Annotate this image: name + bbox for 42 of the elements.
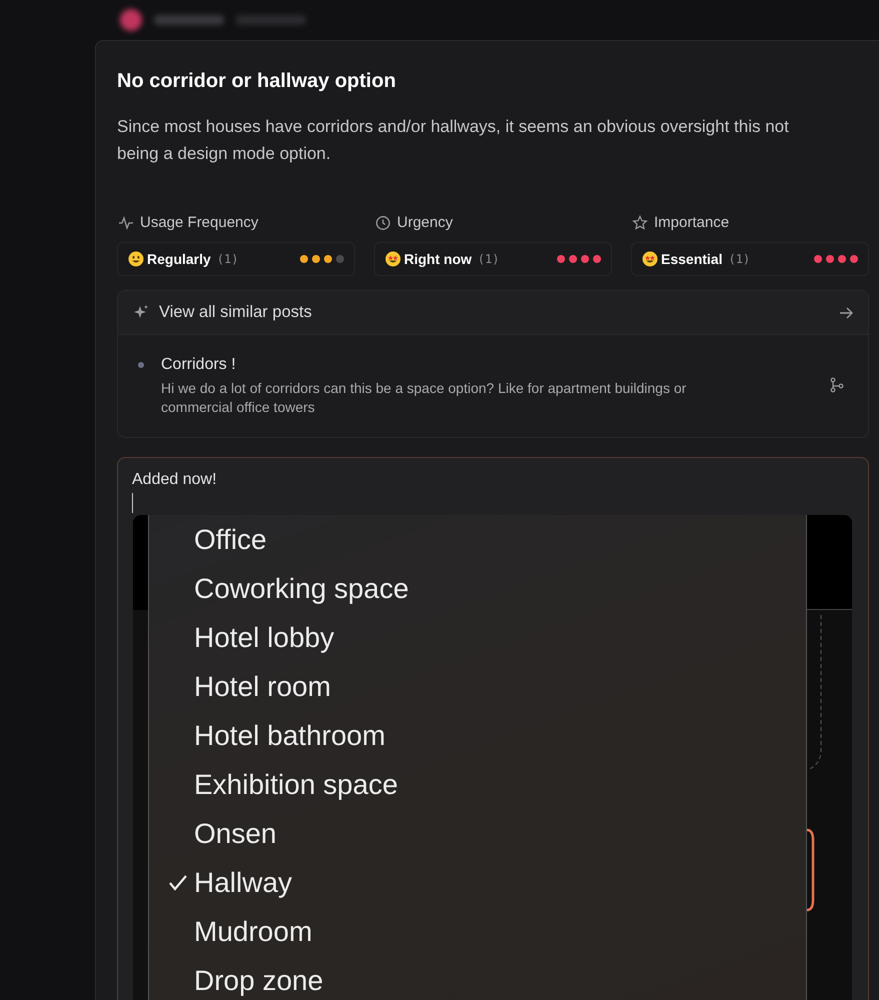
metric-label: Urgency <box>397 213 453 233</box>
rating-value: Regularly <box>147 250 211 269</box>
text-cursor <box>132 493 133 513</box>
rating-value: Essential <box>661 250 722 268</box>
rating-count: (1) <box>478 251 500 268</box>
similar-post-title: Corridors ! <box>161 355 237 375</box>
menu-item[interactable]: Drop zone <box>149 956 806 1000</box>
arrow-right-icon <box>838 304 854 320</box>
comment-text: Added now! <box>132 470 218 490</box>
rating-card[interactable]: Right now (1) <box>374 242 612 276</box>
menu-item[interactable]: Exhibition space <box>149 760 806 809</box>
menu-item[interactable]: Hallway <box>149 858 806 907</box>
menu-item[interactable]: Onsen <box>149 809 806 858</box>
menu-item[interactable]: Hotel lobby <box>149 613 806 662</box>
similar-post[interactable]: Corridors ! Hi we do a lot of corridors can this be a space option? Like for apartment buildings or commercial office towers <box>118 335 868 437</box>
rating-count: (1) <box>728 251 750 268</box>
similar-post-body: Hi we do a lot of corridors can this be a space option? Like for apartment buildings or commercial office towers <box>161 379 688 417</box>
smiley-icon <box>385 251 401 267</box>
rating-card[interactable]: Essential (1) <box>631 242 869 276</box>
post-description: Since most houses have corridors and/or hallways, it seems an obvious oversight this not being a design mode option. <box>117 116 790 165</box>
pulse-icon <box>118 215 134 231</box>
avatar <box>120 9 142 31</box>
star-icon <box>632 215 648 231</box>
post-title: No corridor or hallway option <box>117 69 397 94</box>
menu-item[interactable]: Hotel room <box>149 662 806 711</box>
comment-field[interactable]: Added now! Office Coworking space Hotel lobby Hotel room Hotel bathroom Exhibition space Onsen Hallway Mudroom Drop zone <box>117 457 869 1000</box>
menu-item[interactable]: Mudroom <box>149 907 806 956</box>
menu-item[interactable]: Office <box>149 515 806 564</box>
metric-label: Importance <box>654 213 730 233</box>
smiley-icon <box>642 251 658 267</box>
menu-item[interactable]: Coworking space <box>149 564 806 613</box>
menu-item[interactable]: Hotel bathroom <box>149 711 806 760</box>
blurred-text <box>236 15 306 25</box>
rating-value: Right now <box>404 250 472 269</box>
rating-count: (1) <box>216 251 238 268</box>
rating-card[interactable]: Regularly (1) <box>117 242 355 276</box>
smiley-icon <box>128 251 144 267</box>
metric-label: Usage Frequency <box>140 213 258 233</box>
clock-icon <box>375 215 391 231</box>
blurred-text <box>154 15 224 25</box>
branch-icon <box>830 377 844 393</box>
view-similar-button[interactable]: View all similar posts <box>118 291 868 335</box>
